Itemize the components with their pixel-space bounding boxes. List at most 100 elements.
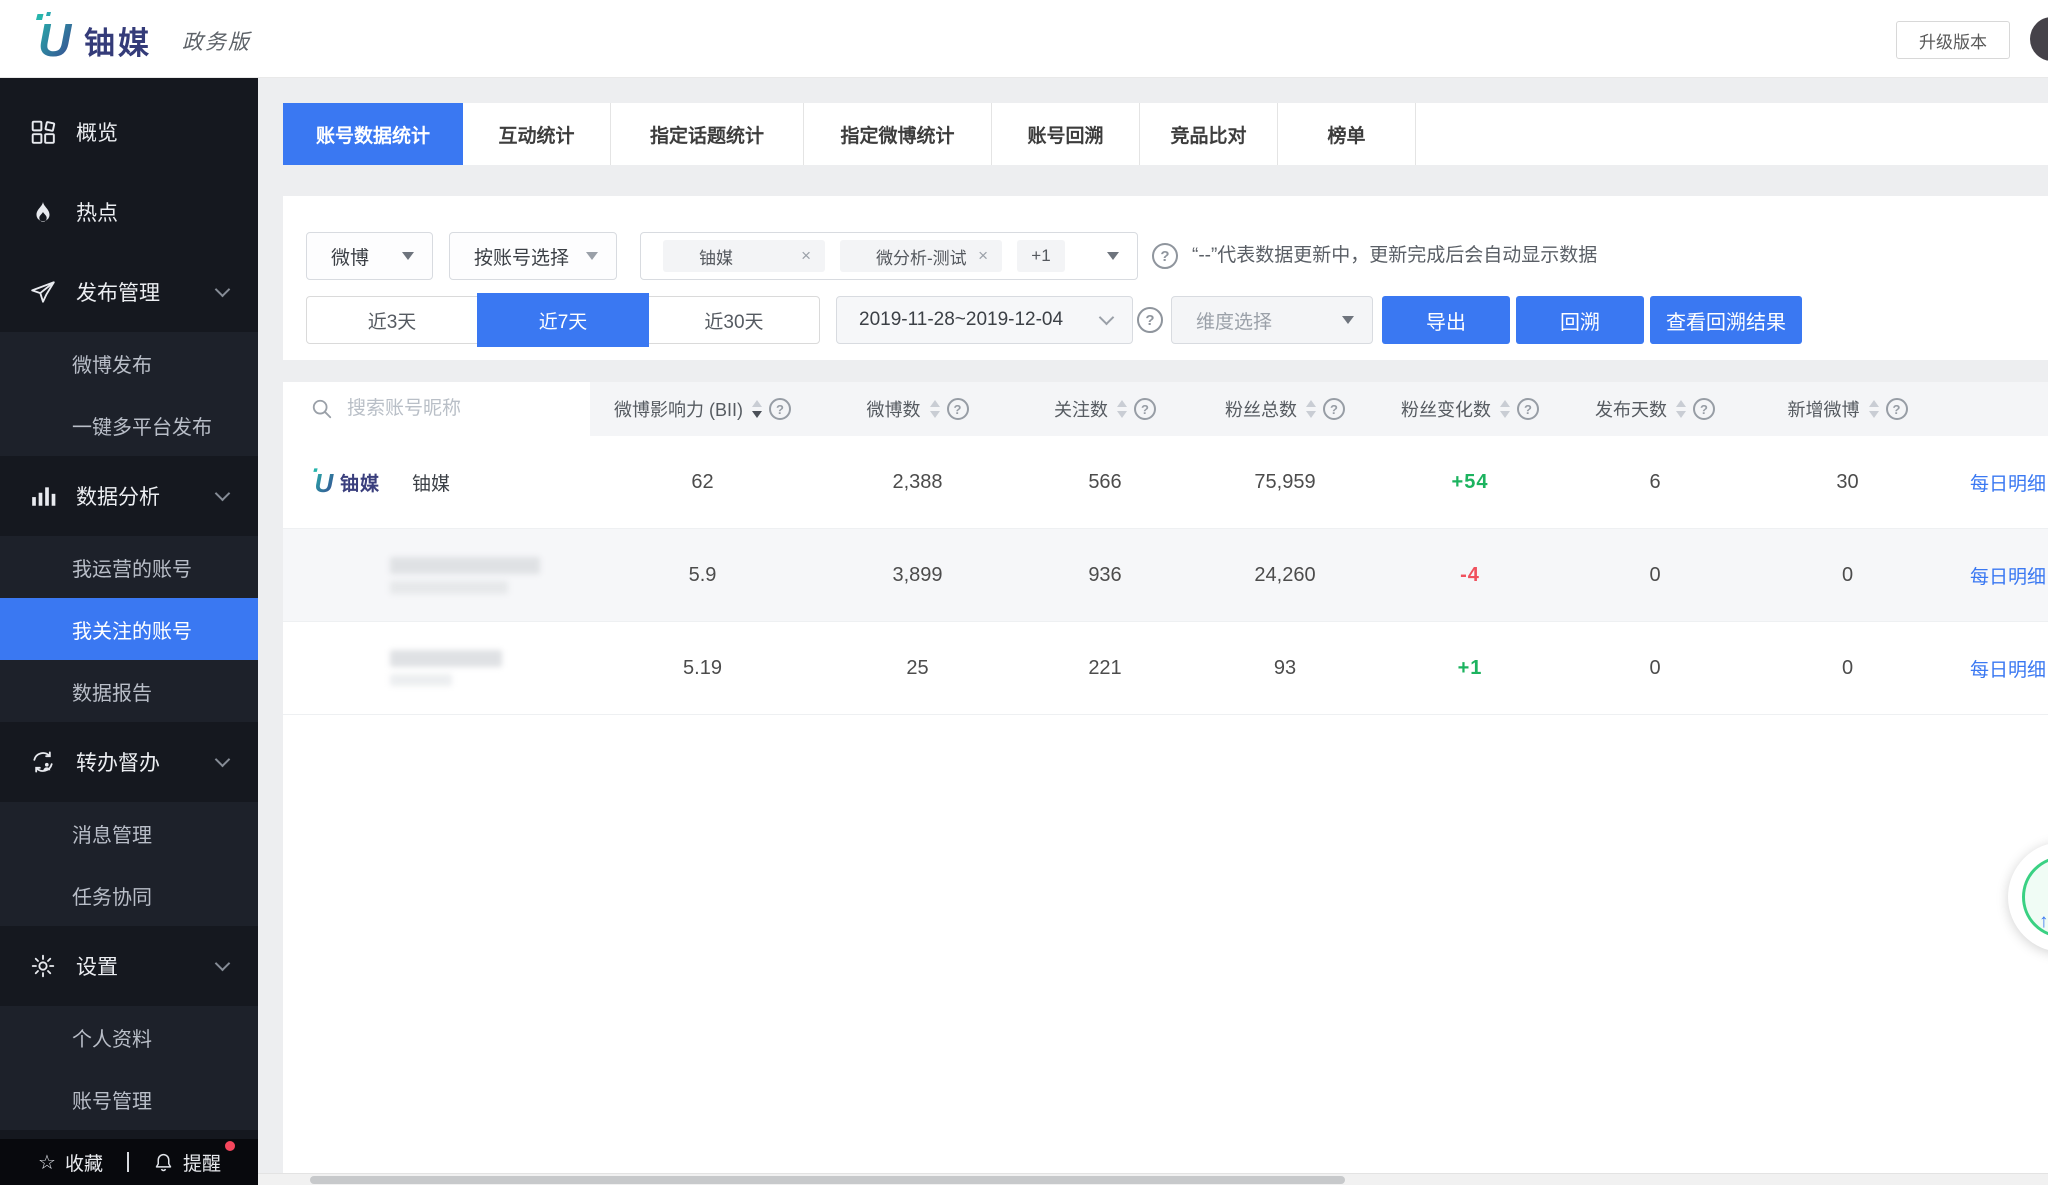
brand-logo: U 铀媒 政务版 [30,12,251,69]
sidebar-item-account-management[interactable]: 账号管理 [0,1068,258,1130]
range-last-3-days[interactable]: 近3天 [306,296,478,344]
sidebar-item-task-collaboration[interactable]: 任务协同 [0,864,258,926]
help-icon[interactable]: ? [1134,398,1156,420]
table-row: 5.9 3,899 936 24,260 -4 0 0 每日明细 [283,529,2048,622]
sidebar-item-data-analysis[interactable]: 数据分析 [0,456,258,536]
sidebar-item-overview[interactable]: 概览 [0,92,258,172]
sidebar-item-message-management[interactable]: 消息管理 [0,802,258,864]
help-icon[interactable]: ? [1152,243,1178,269]
tab-interaction-stats[interactable]: 互动统计 [463,103,611,165]
fans-change-value: -4 [1380,564,1560,587]
tab-weibo-stats[interactable]: 指定微博统计 [804,103,992,165]
sidebar-item-my-followed-accounts[interactable]: 我关注的账号 [0,598,258,660]
help-icon[interactable]: ? [1137,307,1163,333]
reminder-button[interactable]: 提醒 [153,1149,221,1176]
help-icon[interactable]: ? [947,398,969,420]
brand-logo-icon: U [30,12,76,69]
tab-account-backtrack[interactable]: 账号回溯 [992,103,1140,165]
view-backtrack-results-button[interactable]: 查看回溯结果 [1650,296,1802,344]
platform-select[interactable]: 微博 [306,232,433,280]
help-icon[interactable]: ? [1693,398,1715,420]
range-last-30-days[interactable]: 近30天 [648,296,820,344]
sidebar-item-transfer-supervision[interactable]: 转办督办 [0,722,258,802]
tab-bar: 账号数据统计 互动统计 指定话题统计 指定微博统计 账号回溯 竞品比对 榜单 [283,103,2048,165]
posts-value: 25 [815,657,1020,680]
dimension-select[interactable]: 维度选择 [1171,296,1373,344]
upgrade-version-button[interactable]: 升级版本 [1896,21,2010,59]
sidebar-item-label: 发布管理 [76,277,160,307]
account-cell [283,551,590,599]
notification-dot [225,1141,235,1151]
column-header-detail [1945,382,2048,436]
sidebar-item-settings[interactable]: 设置 [0,926,258,1006]
data-update-note: “--”代表数据更新中，更新完成后会自动显示数据 [1192,232,1597,280]
sidebar-submenu-settings: 个人资料 账号管理 [0,1006,258,1130]
account-avatar-redacted [310,644,358,692]
sidebar-item-data-report[interactable]: 数据报告 [0,660,258,722]
tab-topic-stats[interactable]: 指定话题统计 [611,103,804,165]
posts-value: 3,899 [815,564,1020,587]
table-row: U 铀媒 铀媒 62 2,388 566 75,959 +54 6 30 每日明… [283,436,2048,529]
help-icon[interactable]: ? [1886,398,1908,420]
table-row: 5.19 25 221 93 +1 0 0 每日明细 [283,622,2048,715]
accounts-table: 微博影响力 (BII) ? 微博数 ? 关注数 ? 粉丝总数 ? 粉丝变化数 [283,382,2048,1173]
table-header-row: 微博影响力 (BII) ? 微博数 ? 关注数 ? 粉丝总数 ? 粉丝变化数 [283,382,2048,436]
date-range-select[interactable]: 2019-11-28~2019-12-04 [836,296,1133,344]
publish-days-value: 0 [1560,564,1750,587]
bii-value: 62 [590,471,815,494]
daily-detail-link[interactable]: 每日明细 [1970,567,2046,588]
daily-detail-link[interactable]: 每日明细 [1970,474,2046,495]
account-avatar-redacted [310,551,358,599]
sort-carets[interactable] [1306,400,1316,418]
sort-carets[interactable] [1500,400,1510,418]
column-header-bii: 微博影响力 (BII) ? [590,382,815,436]
sort-carets[interactable] [752,400,762,418]
sidebar-item-publish-management[interactable]: 发布管理 [0,252,258,332]
tab-competitor-compare[interactable]: 竞品比对 [1140,103,1278,165]
sidebar-item-multiplatform-publish[interactable]: 一键多平台发布 [0,394,258,456]
close-icon[interactable]: × [978,246,988,266]
help-icon[interactable]: ? [1517,398,1539,420]
new-posts-value: 0 [1750,564,1945,587]
search-input[interactable] [347,398,567,420]
horizontal-scrollbar-thumb[interactable] [310,1176,1345,1184]
column-header-posts: 微博数 ? [815,382,1020,436]
account-name: 铀媒 [412,469,450,496]
bar-chart-icon [30,483,56,509]
caret-down-icon [1342,316,1354,324]
sort-carets[interactable] [1869,400,1879,418]
favorites-button[interactable]: 收藏 [65,1149,103,1176]
sidebar-submenu-publish: 微博发布 一键多平台发布 [0,332,258,456]
user-avatar[interactable] [2030,17,2048,61]
sidebar-item-hotspots[interactable]: 热点 [0,172,258,252]
search-cell [283,382,590,436]
sort-carets[interactable] [930,400,940,418]
close-icon[interactable]: × [801,246,811,266]
export-button[interactable]: 导出 [1382,296,1510,344]
account-cell: U 铀媒 铀媒 [283,467,590,497]
range-last-7-days[interactable]: 近7天 [477,293,649,347]
transfer-icon [30,749,56,775]
daily-detail-link[interactable]: 每日明细 [1970,660,2046,681]
fans-value: 93 [1190,657,1380,680]
sort-carets[interactable] [1117,400,1127,418]
backtrack-button[interactable]: 回溯 [1516,296,1644,344]
selected-accounts-box[interactable]: 铀媒 × 微分析-测试 × +1 [640,232,1138,280]
help-icon[interactable]: ? [769,398,791,420]
sidebar-item-label: 概览 [76,117,118,147]
account-select[interactable]: 按账号选择 [449,232,617,280]
search-icon [311,398,333,420]
sidebar-item-personal-profile[interactable]: 个人资料 [0,1006,258,1068]
tab-rankings[interactable]: 榜单 [1278,103,1416,165]
sort-carets[interactable] [1676,400,1686,418]
column-header-follows: 关注数 ? [1020,382,1190,436]
detail-link-cell: 每日明细 [1945,562,2048,589]
tab-account-data-stats[interactable]: 账号数据统计 [283,103,463,165]
chevron-down-icon [215,955,231,971]
account-tag: 铀媒 × [663,240,825,272]
sidebar-item-weibo-publish[interactable]: 微博发布 [0,332,258,394]
account-name-redacted [390,557,540,594]
help-icon[interactable]: ? [1323,398,1345,420]
sidebar-item-my-operated-accounts[interactable]: 我运营的账号 [0,536,258,598]
bell-icon [153,1152,174,1173]
